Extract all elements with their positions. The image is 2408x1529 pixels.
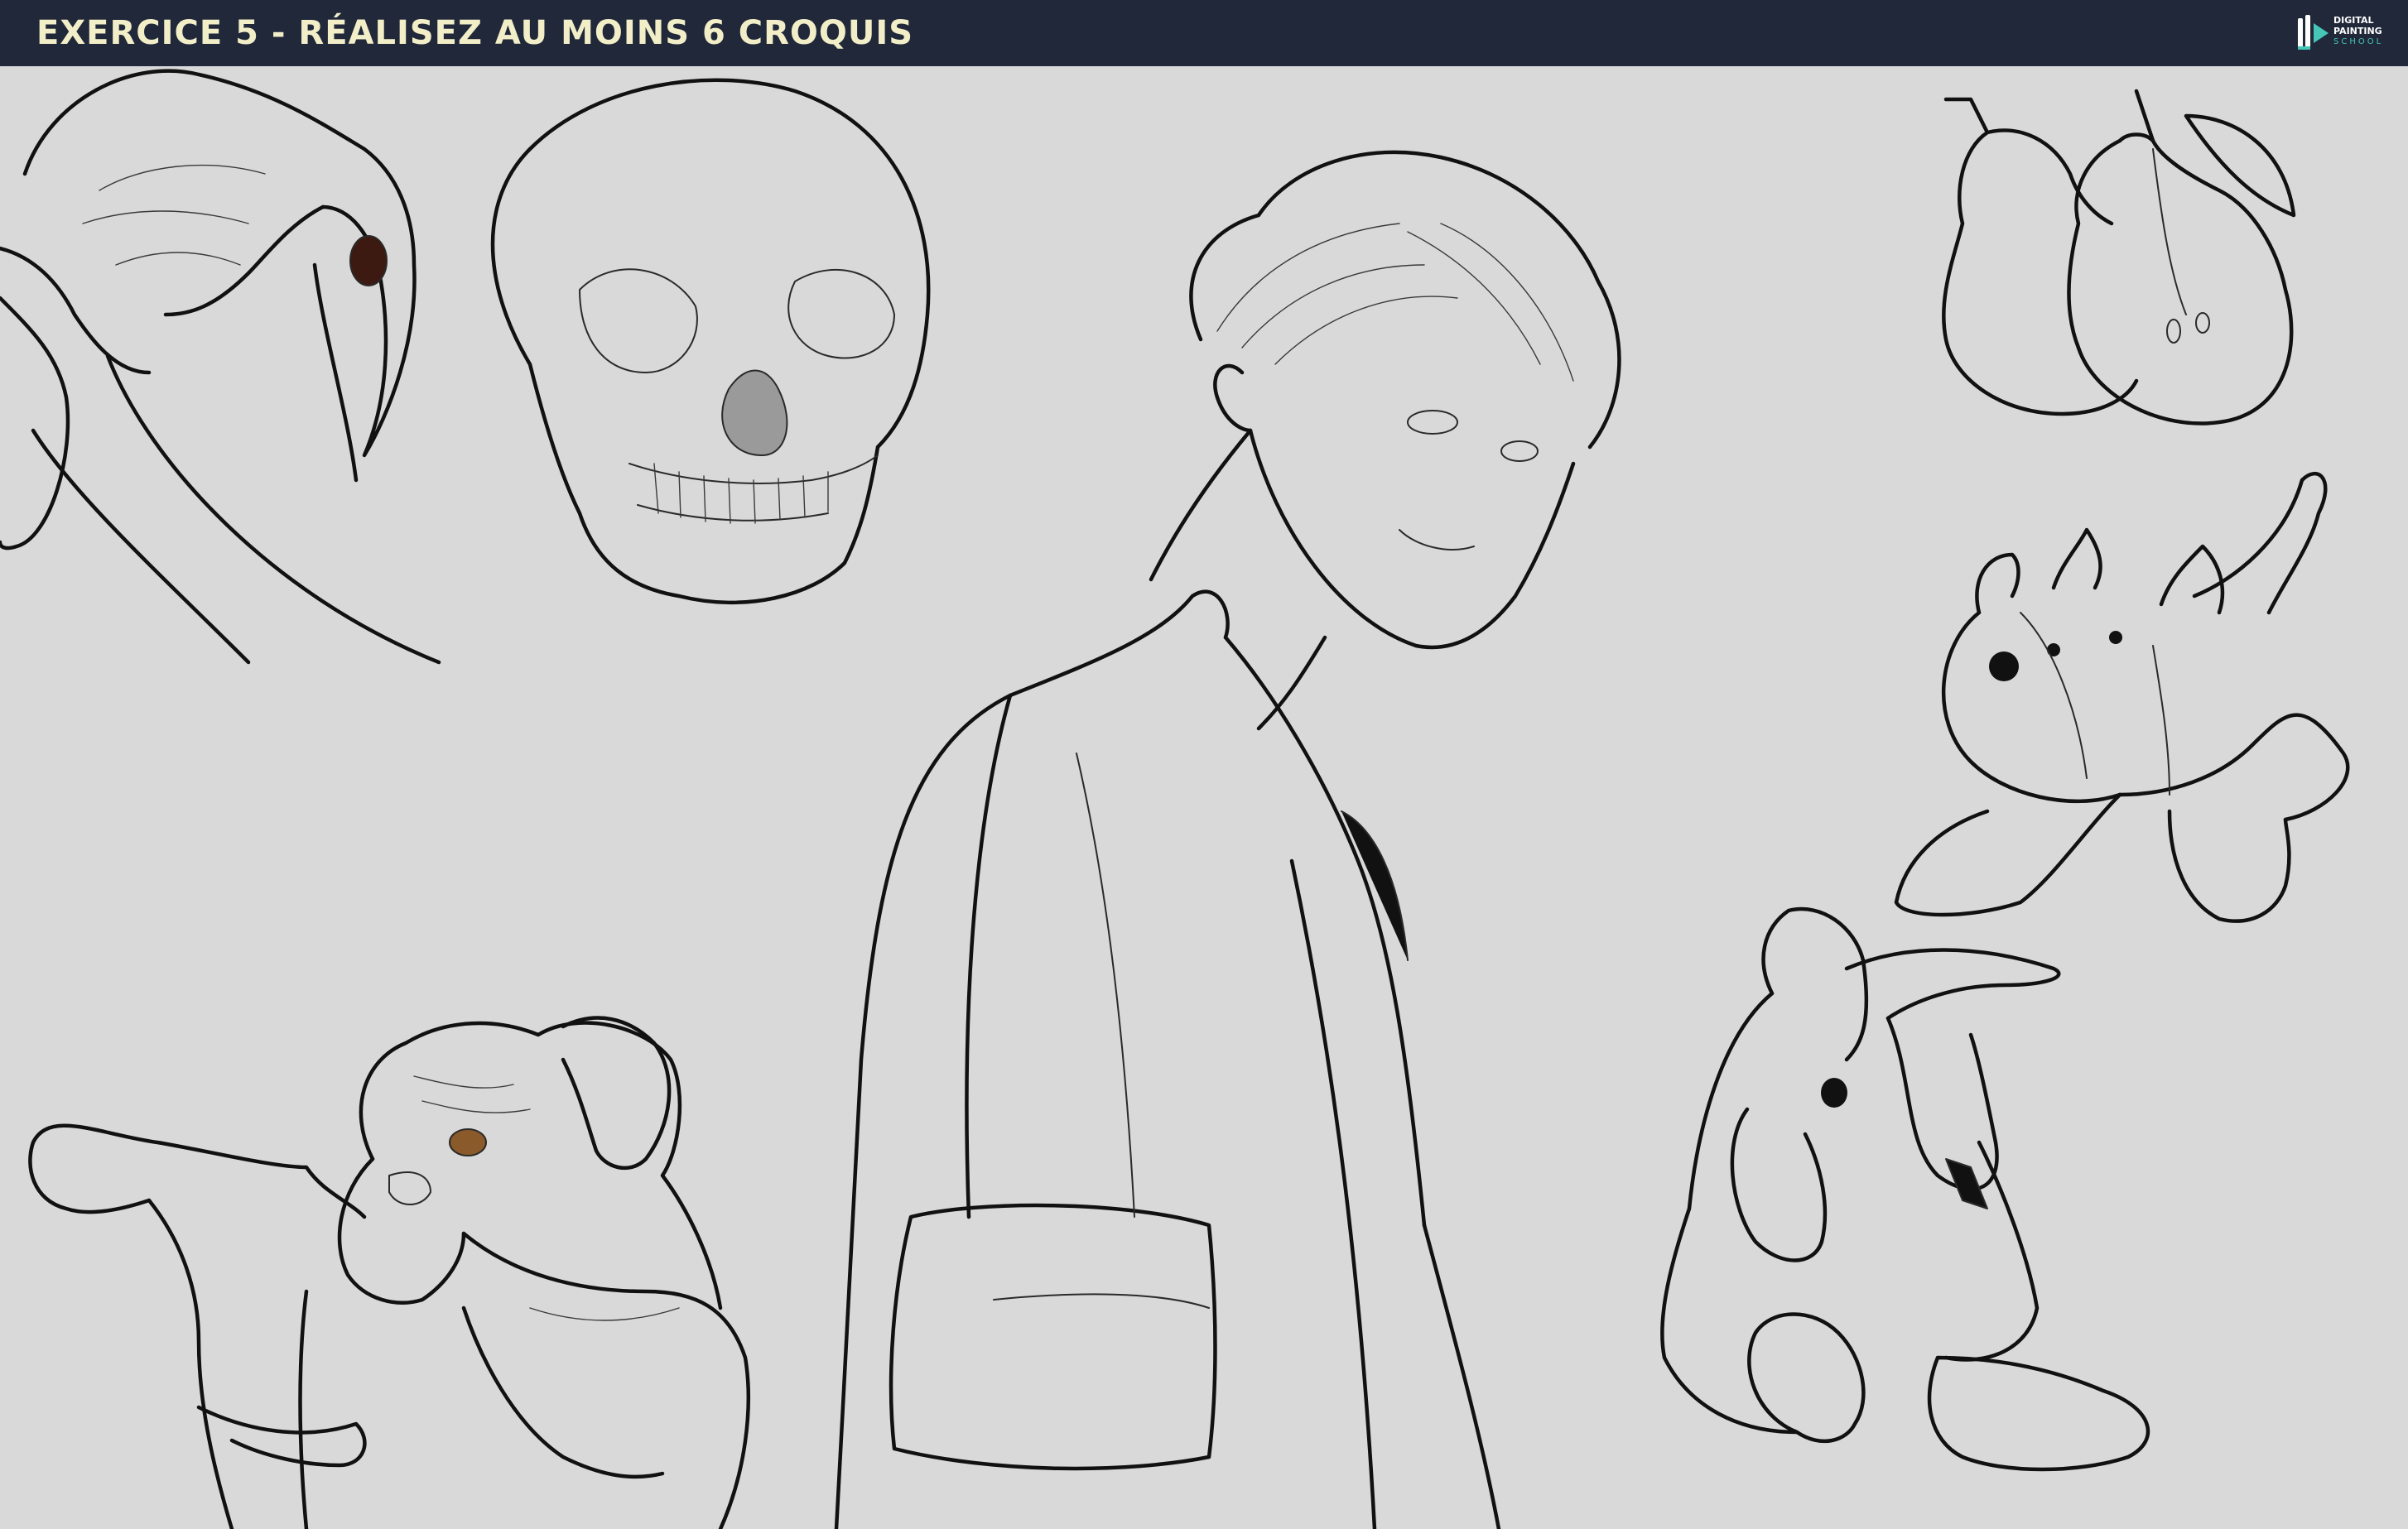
brush-logo-icon: [2298, 15, 2329, 50]
logo-line-3: SCHOOL: [2333, 37, 2384, 46]
digital-painting-school-logo: DIGITAL PAINTING SCHOOL: [2295, 10, 2393, 56]
pears-sketch: [1942, 89, 2296, 426]
person-sketch: [834, 150, 1621, 1529]
plush-dinosaur-sketch: [1894, 471, 2350, 923]
exercise-title: EXERCICE 5 - RÉALISEZ AU MOINS 6 CROQUIS: [36, 14, 914, 52]
sketch-canvas: [0, 66, 2408, 1529]
logo-line-1: DIGITAL: [2333, 15, 2374, 26]
logo-wordmark: DIGITAL PAINTING SCHOOL: [2333, 15, 2393, 47]
exercise-page: EXERCICE 5 - RÉALISEZ AU MOINS 6 CROQUIS…: [0, 0, 2408, 1529]
plush-bunny-sketch: [1660, 906, 2150, 1472]
sketches-artwork: [0, 69, 2350, 1529]
logo-line-2: PAINTING: [2333, 26, 2382, 36]
toucan-sketch: [0, 69, 441, 665]
pug-sketch: [28, 1016, 750, 1529]
title-bar: EXERCICE 5 - RÉALISEZ AU MOINS 6 CROQUIS…: [0, 0, 2408, 66]
skull-sketch: [490, 78, 931, 605]
